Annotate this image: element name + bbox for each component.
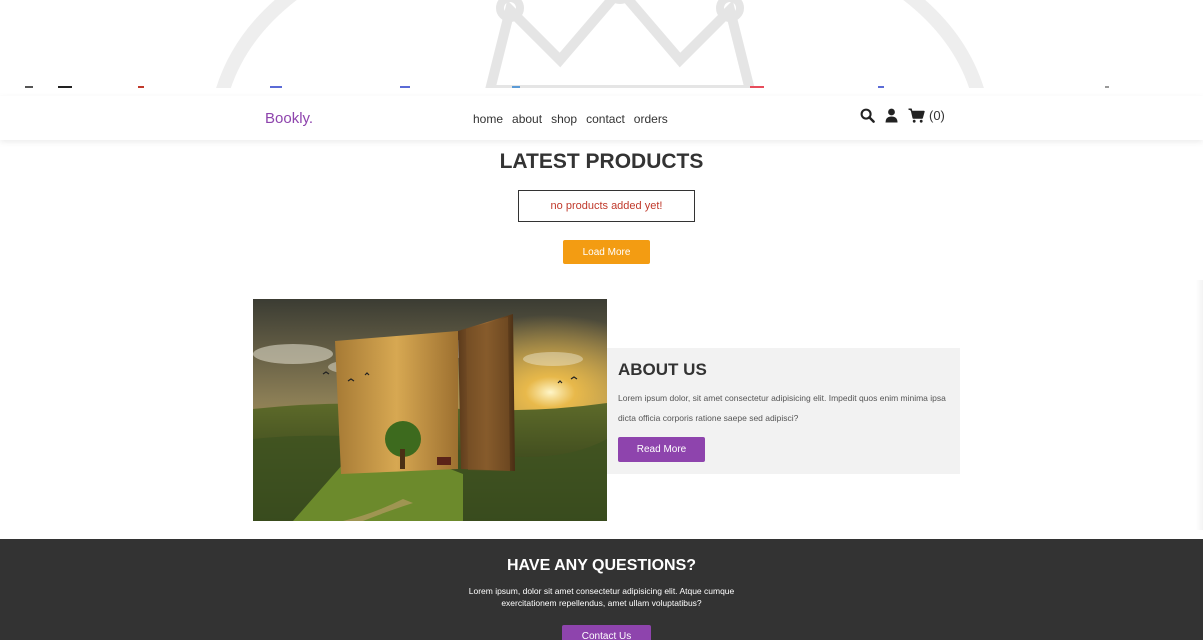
questions-text-line-2: exercitationem repellendus, amet ullam v… bbox=[501, 598, 702, 608]
about-card: ABOUT US Lorem ipsum dolor, sit amet con… bbox=[607, 348, 960, 474]
questions-text: Lorem ipsum, dolor sit amet consectetur … bbox=[0, 585, 1203, 609]
load-more-button[interactable]: Load More bbox=[563, 240, 650, 264]
about-image bbox=[253, 299, 607, 521]
site-header: Bookly. home about shop contact orders (… bbox=[0, 96, 1203, 140]
questions-text-line-1: Lorem ipsum, dolor sit amet consectetur … bbox=[468, 586, 735, 596]
about-title: ABOUT US bbox=[618, 360, 707, 379]
cart-icon[interactable] bbox=[908, 108, 925, 123]
questions-section: HAVE ANY QUESTIONS? Lorem ipsum, dolor s… bbox=[0, 539, 1203, 640]
nav-shop[interactable]: shop bbox=[551, 112, 577, 126]
nav-about[interactable]: about bbox=[512, 112, 542, 126]
read-more-button[interactable]: Read More bbox=[618, 437, 705, 462]
empty-products-message: no products added yet! bbox=[518, 190, 695, 222]
contact-us-button[interactable]: Contact Us bbox=[562, 625, 651, 640]
search-icon[interactable] bbox=[860, 108, 875, 123]
nav-home[interactable]: home bbox=[473, 112, 503, 126]
watermark-arc-left bbox=[216, 0, 297, 88]
watermark-arc-right bbox=[903, 0, 984, 88]
crown-watermark-icon bbox=[485, 0, 755, 88]
page-edge-shadow bbox=[1196, 280, 1203, 530]
top-strip-marks bbox=[0, 86, 1203, 88]
latest-products-title: LATEST PRODUCTS bbox=[499, 150, 704, 173]
site-logo[interactable]: Bookly. bbox=[265, 110, 313, 127]
nav-orders[interactable]: orders bbox=[634, 112, 668, 126]
about-text: Lorem ipsum dolor, sit amet consectetur … bbox=[618, 393, 946, 423]
header-icons: (0) bbox=[860, 108, 945, 123]
cart-count[interactable]: (0) bbox=[929, 108, 945, 123]
top-banner-background bbox=[0, 0, 1203, 88]
book-landscape-illustration bbox=[253, 299, 607, 521]
user-icon[interactable] bbox=[885, 108, 898, 123]
questions-title: HAVE ANY QUESTIONS? bbox=[506, 557, 697, 574]
main-nav: home about shop contact orders bbox=[473, 112, 668, 126]
nav-contact[interactable]: contact bbox=[586, 112, 625, 126]
